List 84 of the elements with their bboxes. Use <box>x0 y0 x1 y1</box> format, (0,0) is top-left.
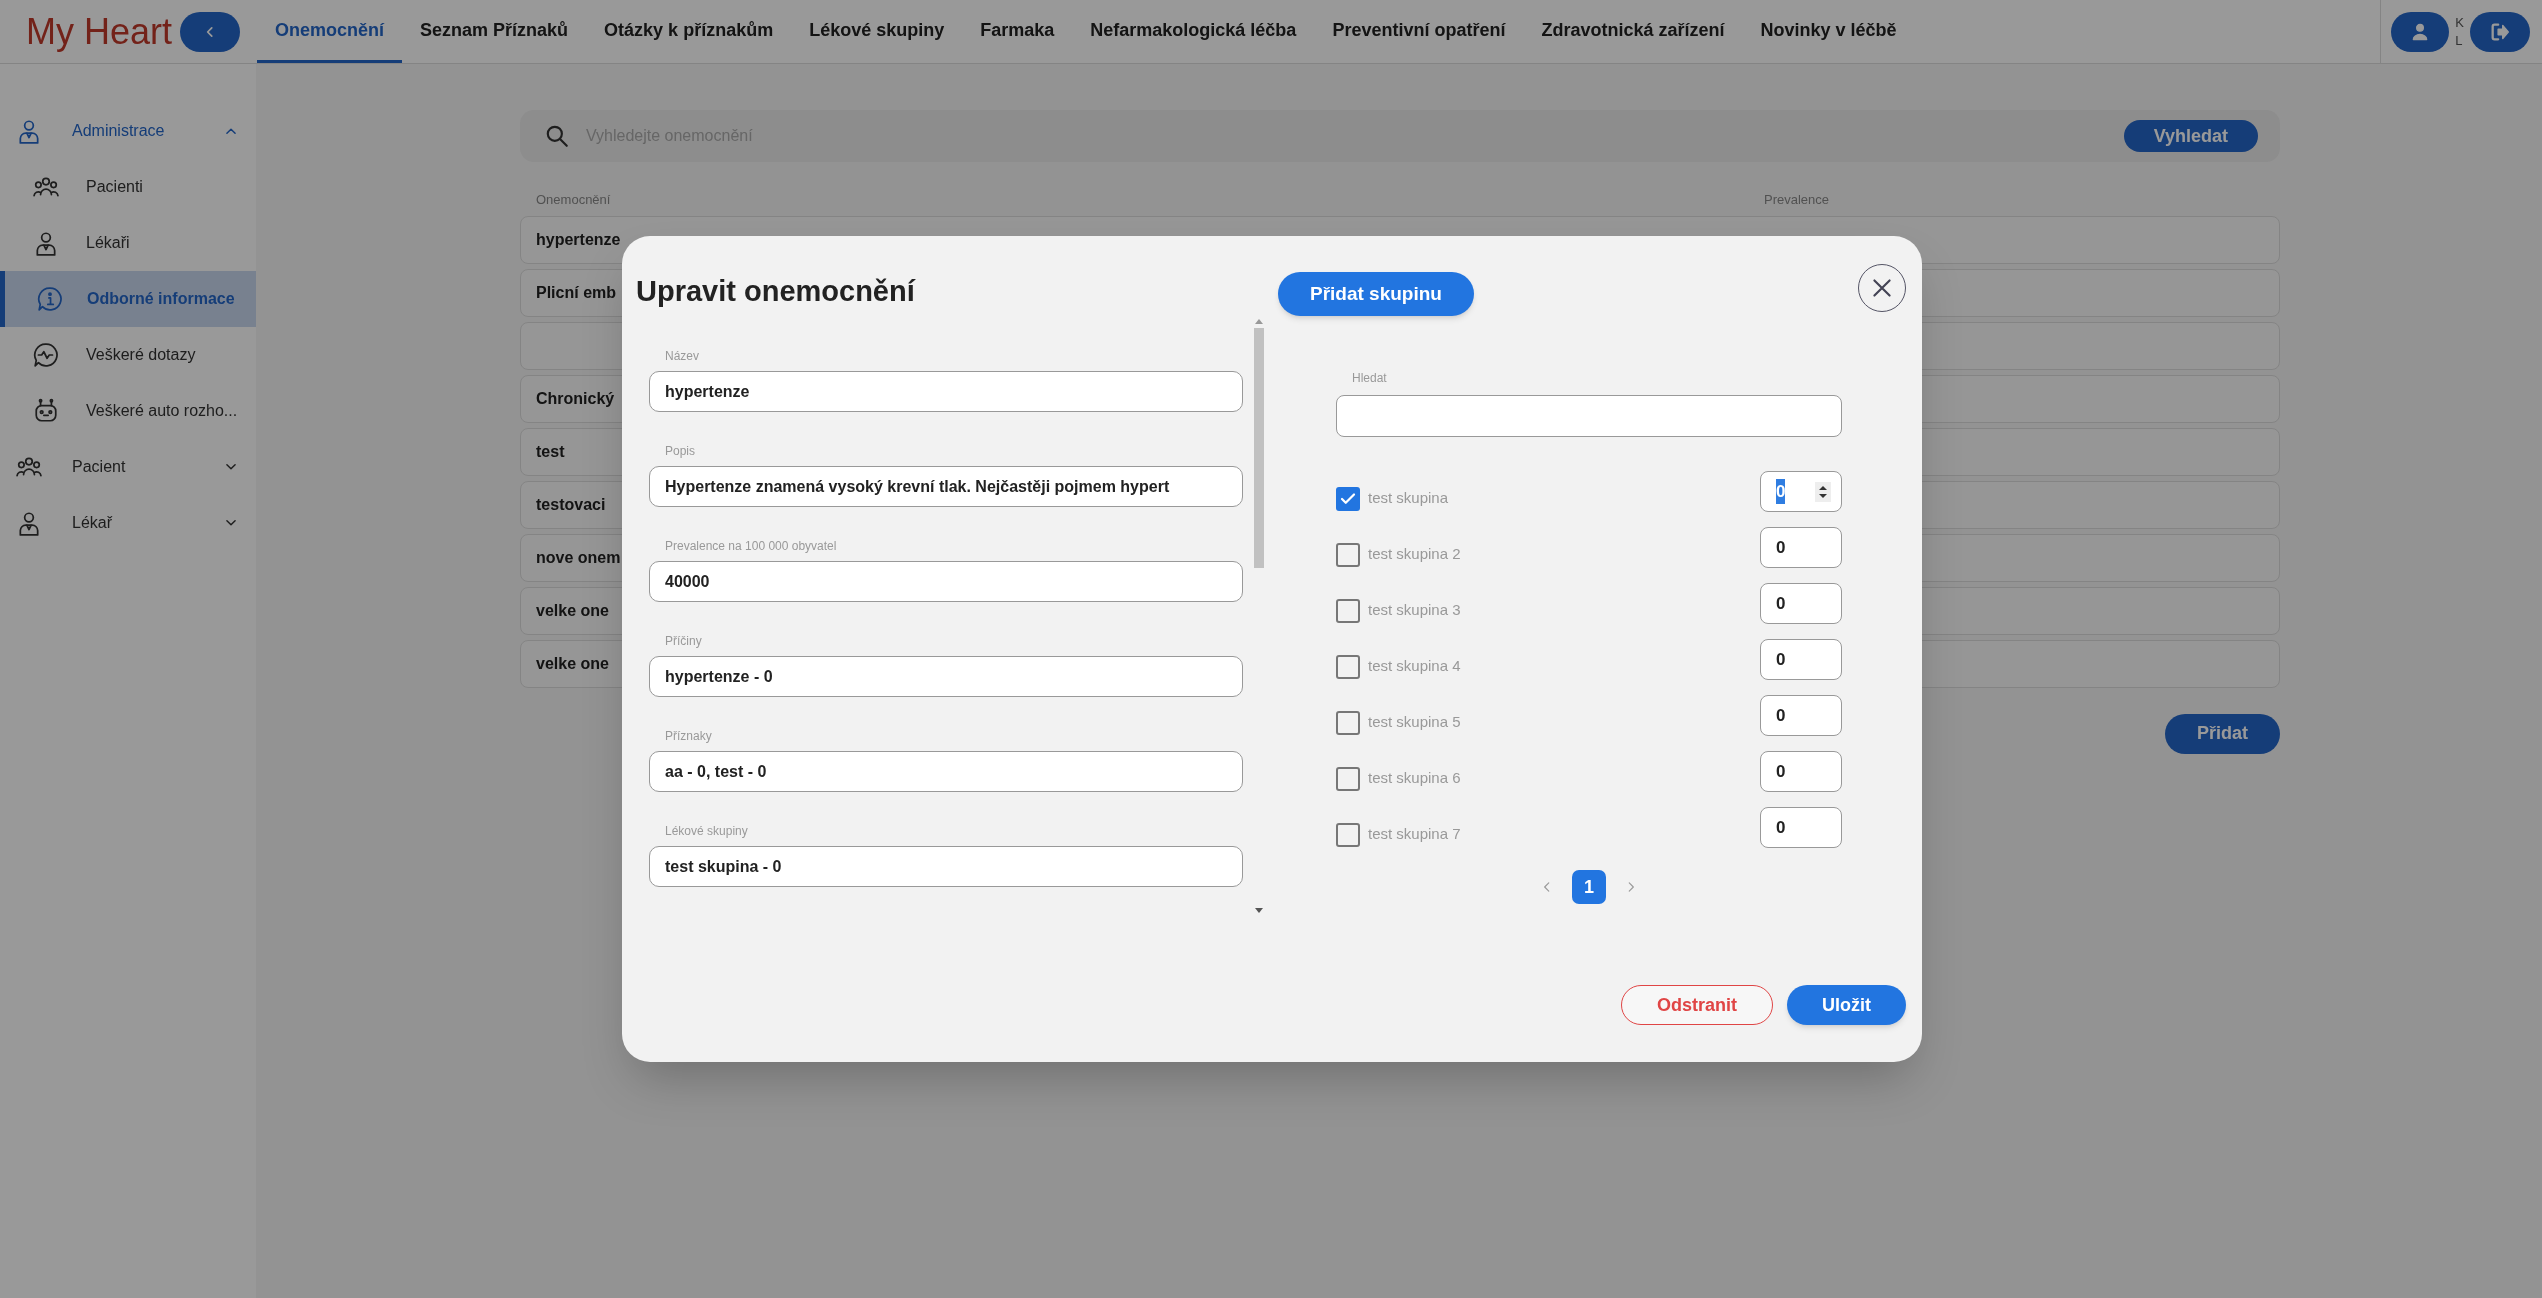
page-button[interactable]: 1 <box>1572 870 1606 904</box>
group-label: test skupina 7 <box>1368 824 1462 845</box>
field-label: Prevalence na 100 000 obyvatel <box>665 538 838 555</box>
table-cell-text: Chronický <box>536 388 615 409</box>
checkbox[interactable] <box>1336 598 1360 623</box>
search-icon <box>544 123 570 149</box>
sidebar-item[interactable]: Pacienti <box>0 159 256 215</box>
checkbox[interactable] <box>1336 822 1360 847</box>
checkbox[interactable] <box>1336 542 1360 567</box>
number-field[interactable]: 0 <box>1760 807 1842 848</box>
group-label: test skupina <box>1368 488 1450 509</box>
checkbox[interactable] <box>1336 486 1360 511</box>
add-button[interactable]: Přidat <box>2165 713 2280 754</box>
table-cell-text: testovaci <box>536 494 606 515</box>
back-button[interactable] <box>180 11 240 52</box>
nav-tab[interactable]: Otázky k příznakům <box>586 0 792 63</box>
add-group-button[interactable]: Přidat skupinu <box>1278 272 1474 316</box>
group-label: test skupina 6 <box>1368 768 1462 789</box>
table-cell-text: velke one <box>536 600 609 621</box>
text-field[interactable]: hypertenze - 0 <box>649 656 1243 697</box>
nav-tab[interactable]: Nefarmakologická léčba <box>1072 0 1315 63</box>
sidebar-item[interactable]: Veškeré auto rozho... <box>0 383 256 439</box>
number-field[interactable]: 0 <box>1760 471 1842 512</box>
nav-tab[interactable]: Zdravotnická zařízení <box>1523 0 1743 63</box>
text-field[interactable]: test skupina - 0 <box>649 846 1243 887</box>
table-cell-text: test <box>536 441 565 462</box>
nav-tab[interactable]: Lékové skupiny <box>791 0 963 63</box>
sidebar-item[interactable]: Veškeré dotazy <box>0 327 256 383</box>
checkbox[interactable] <box>1336 766 1360 791</box>
info-icon <box>37 286 63 312</box>
search-button[interactable]: Vyhledat <box>2123 120 2258 152</box>
nav-tab[interactable]: Preventivní opatření <box>1314 0 1524 63</box>
group-label: test skupina 2 <box>1368 544 1462 565</box>
user-initial: K <box>2455 13 2464 32</box>
person-icon <box>16 510 42 536</box>
table-cell-text: velke one <box>536 653 609 674</box>
text-field[interactable]: Hypertenze znamená vysoký krevní tlak. Nejčastěji pojmem hypert <box>649 466 1243 507</box>
number-field[interactable]: 0 <box>1760 695 1842 736</box>
spinner-icon <box>1815 481 1831 502</box>
chat-icon <box>33 342 59 368</box>
text-field[interactable]: hypertenze <box>649 371 1243 412</box>
robot-icon <box>33 398 59 424</box>
field-label: Příčiny <box>665 633 703 650</box>
scrollbar[interactable] <box>1253 318 1265 914</box>
checkbox[interactable] <box>1336 710 1360 735</box>
field-label: Hledat <box>1352 370 1388 387</box>
sidebar-item[interactable]: Lékaři <box>0 215 256 271</box>
nav-tab[interactable]: Seznam Příznaků <box>402 0 587 63</box>
group-label: test skupina 5 <box>1368 712 1462 733</box>
sidebar-item[interactable]: Pacient <box>0 439 256 495</box>
nav-tab[interactable]: Farmaka <box>962 0 1073 63</box>
group-label: test skupina 4 <box>1368 656 1462 677</box>
field-label: Příznaky <box>665 728 713 745</box>
field-label: Název <box>665 348 700 365</box>
number-field[interactable]: 0 <box>1760 583 1842 624</box>
user-button[interactable] <box>2391 11 2450 52</box>
table-cell-text: hypertenze <box>536 229 621 250</box>
column-header: Onemocnění <box>536 191 612 209</box>
scroll-down-icon[interactable] <box>1255 908 1263 914</box>
dialog-title: Upravit onemocnění <box>636 274 917 309</box>
number-field[interactable]: 0 <box>1760 751 1842 792</box>
user-initial: L <box>2455 31 2464 50</box>
number-field[interactable]: 0 <box>1760 527 1842 568</box>
nav-tab[interactable]: Novinky v léčbě <box>1742 0 1915 63</box>
person-icon <box>16 118 42 144</box>
app-logo: My Heart <box>26 9 174 54</box>
group-label: test skupina 3 <box>1368 600 1462 621</box>
nav-tab[interactable]: Onemocnění <box>257 0 403 63</box>
text-field[interactable]: 40000 <box>649 561 1243 602</box>
sidebar-item[interactable]: Administrace <box>0 103 256 159</box>
table-cell-text: Plicní emb <box>536 282 617 303</box>
search-field[interactable] <box>1336 395 1842 437</box>
field-label: Popis <box>665 443 697 460</box>
field-label: Lékové skupiny <box>665 823 749 840</box>
delete-button[interactable]: Odstranit <box>1621 985 1773 1025</box>
save-button[interactable]: Uložit <box>1787 985 1906 1025</box>
logout-button[interactable] <box>2470 11 2530 52</box>
checkbox[interactable] <box>1336 654 1360 679</box>
text-field[interactable]: aa - 0, test - 0 <box>649 751 1243 792</box>
table-cell-text: nove onem <box>536 547 621 568</box>
number-field[interactable]: 0 <box>1760 639 1842 680</box>
person-icon <box>33 230 59 256</box>
sidebar-item[interactable]: Lékař <box>0 495 256 551</box>
column-header: Prevalence <box>1764 191 1830 209</box>
